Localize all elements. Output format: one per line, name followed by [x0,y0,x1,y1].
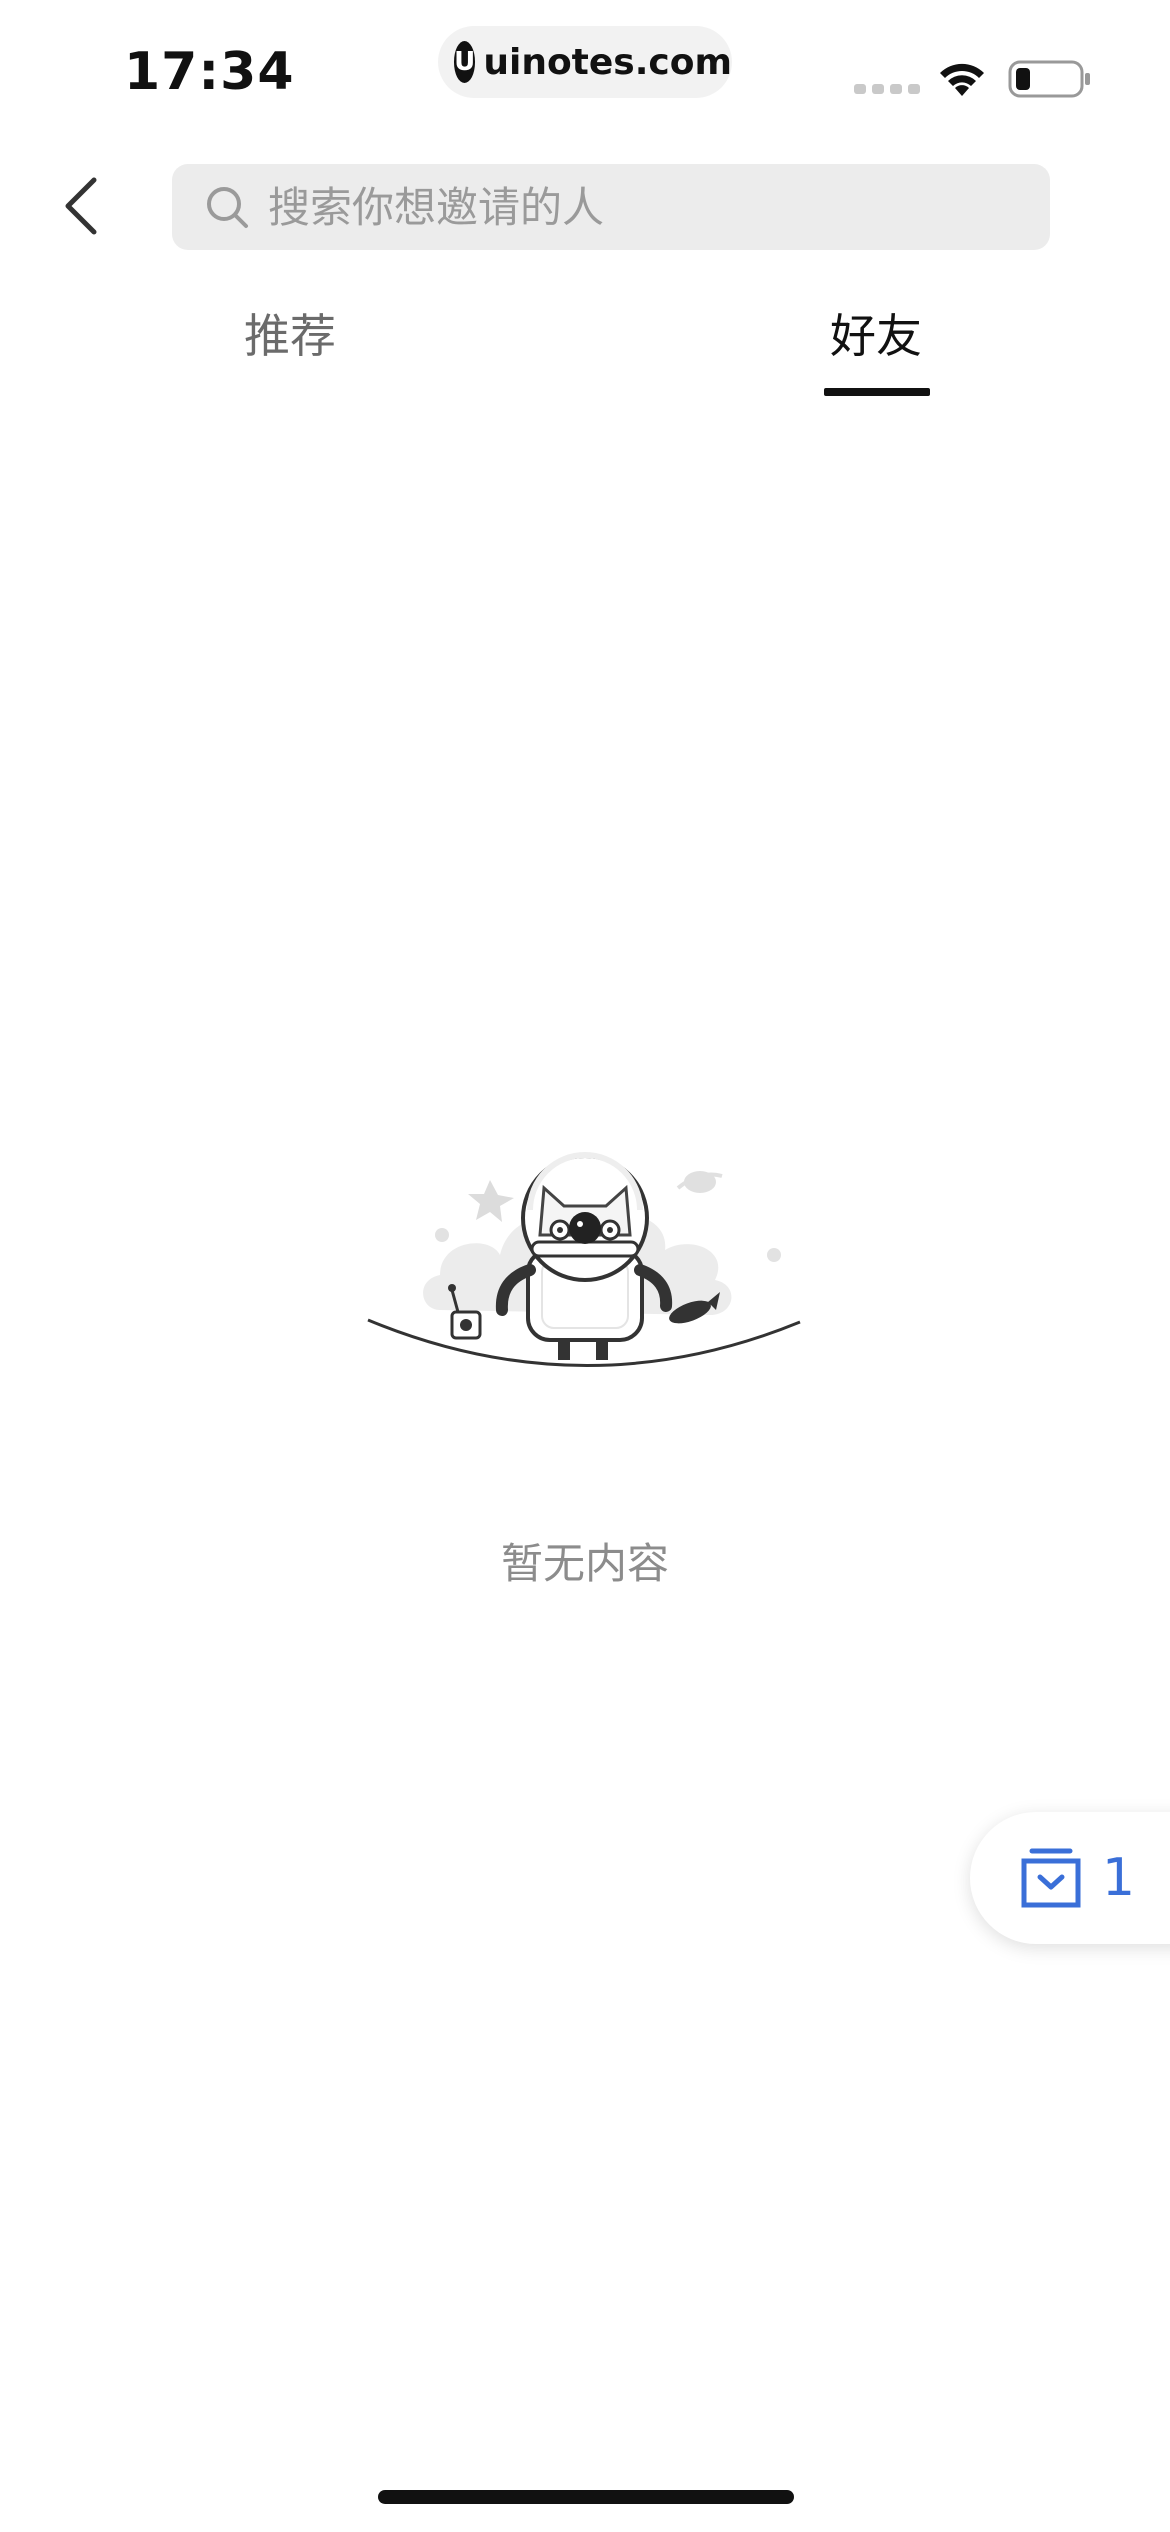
tab-friends[interactable]: 好友 [786,300,966,366]
inbox-count-badge: 1 [1102,1848,1136,1908]
status-time: 17:34 [124,42,295,102]
status-bar: 17:34 U uinotes.com [0,0,1170,140]
search-box[interactable] [172,164,1050,250]
chevron-left-icon [65,177,97,235]
site-logo-icon: U [454,41,476,83]
search-input[interactable] [268,182,1008,232]
astronaut-cat-robot-illustration [367,1152,801,1367]
tab-recommend[interactable]: 推荐 [200,300,380,366]
url-pill[interactable]: U uinotes.com [438,26,732,98]
floating-inbox-button[interactable]: 1 [970,1812,1170,1944]
active-tab-indicator [824,388,930,396]
empty-state-text: 暂无内容 [500,1539,669,1588]
battery-icon [1008,60,1090,98]
back-button[interactable] [54,170,114,242]
home-indicator [378,2490,794,2504]
wifi-icon [940,63,984,96]
search-icon [207,187,248,228]
cellular-signal-icon [854,84,920,94]
inbox-download-icon [1021,1848,1081,1908]
url-text: uinotes.com [483,41,732,83]
